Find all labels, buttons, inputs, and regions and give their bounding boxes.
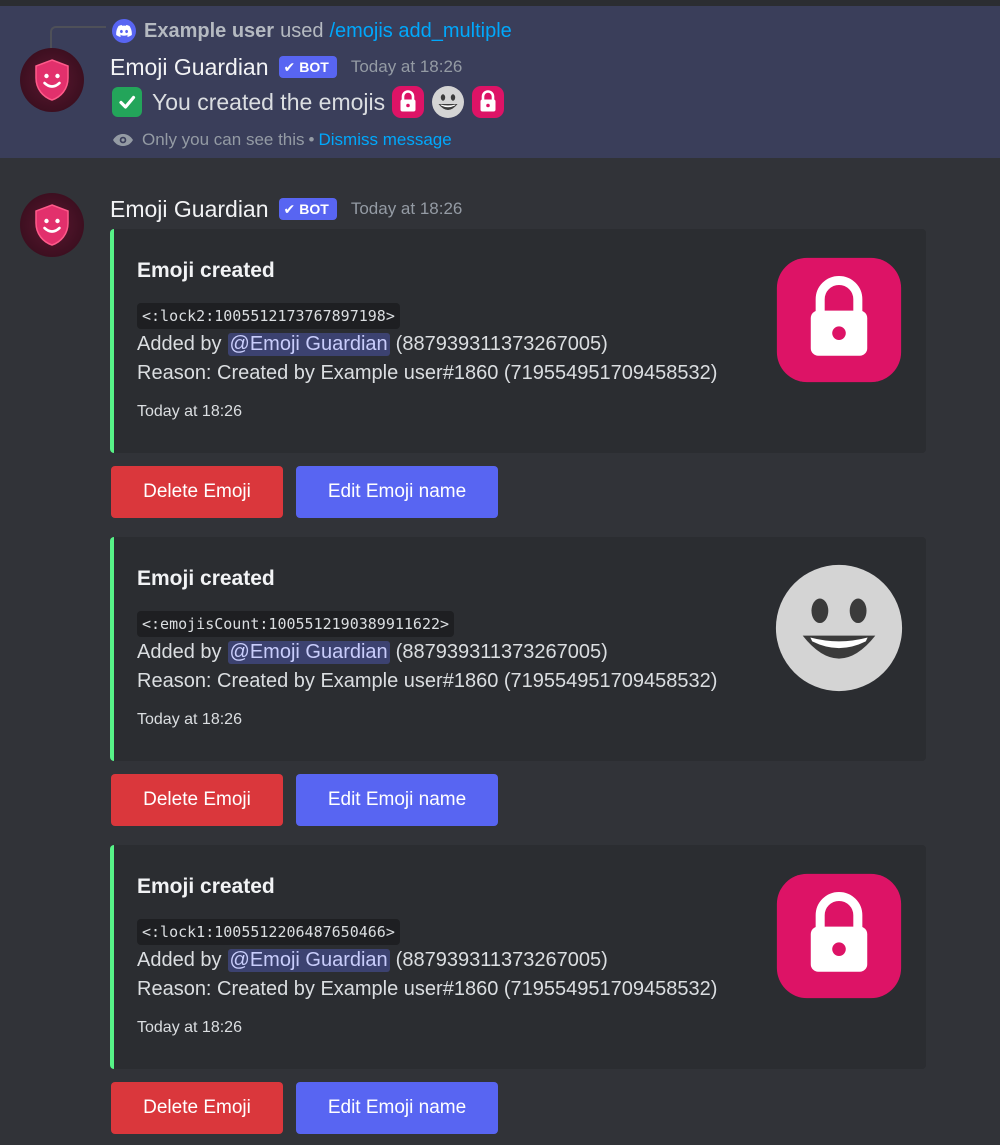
interaction-command[interactable]: /emojis add_multiple [329,20,511,43]
message-timestamp[interactable]: Today at 18:26 [351,57,463,77]
interaction-reference[interactable]: Example user used /emojis add_multiple [112,18,512,44]
edit-emoji-name-button[interactable]: Edit Emoji name [296,466,498,518]
message-header: Emoji Guardian ✔ BOT Today at 18:26 [110,52,462,82]
emoji-created-embed: Emoji created <:lock2:100551217376789719… [110,229,926,453]
user-mention[interactable]: @Emoji Guardian [227,641,390,664]
reply-spine [50,26,106,48]
user-id: (887939311373267005) [395,949,608,971]
white-check-mark-icon [112,87,142,117]
bot-badge: ✔ BOT [278,198,337,220]
added-by-line: Added by @Emoji Guardian (88793931137326… [137,949,608,972]
added-by-line: Added by @Emoji Guardian (88793931137326… [137,333,608,356]
reason-line: Reason: Created by Example user#1860 (71… [137,978,718,1000]
user-mention[interactable]: @Emoji Guardian [227,949,390,972]
added-by-line: Added by @Emoji Guardian (88793931137326… [137,641,608,664]
checkmark-icon: ✔ [283,58,296,75]
emoji-code: <:lock2:1005512173767897198> [137,303,400,329]
created-emojis-line: You created the emojis [112,85,505,119]
delete-emoji-button[interactable]: Delete Emoji [111,466,283,518]
message-header: Emoji Guardian ✔ BOT Today at 18:26 [110,194,462,224]
added-by-label: Added by [137,949,222,971]
grinning-face-icon[interactable] [774,563,904,693]
embed-timestamp: Today at 18:26 [137,403,242,420]
lock-icon[interactable] [471,85,505,119]
lock-icon[interactable] [774,871,904,1001]
discord-logo-icon [112,19,136,43]
emoji-created-embed: Emoji created <:lock1:100551220648765046… [110,845,926,1069]
embed-title: Emoji created [137,567,275,590]
reason-line: Reason: Created by Example user#1860 (71… [137,362,718,384]
edit-emoji-name-button[interactable]: Edit Emoji name [296,774,498,826]
edit-emoji-name-button[interactable]: Edit Emoji name [296,1082,498,1134]
user-id: (887939311373267005) [395,641,608,663]
separator-dot: • [308,130,315,149]
lock-icon[interactable] [391,85,425,119]
added-by-label: Added by [137,641,222,663]
added-by-label: Added by [137,333,222,355]
ephemeral-message: Example user used /emojis add_multiple E… [0,6,1000,158]
dismiss-message-link[interactable]: Dismiss message [318,130,451,150]
delete-emoji-button[interactable]: Delete Emoji [111,774,283,826]
user-mention[interactable]: @Emoji Guardian [227,333,390,356]
checkmark-icon: ✔ [283,200,296,217]
shield-smile-icon [35,204,69,246]
embed-timestamp: Today at 18:26 [137,711,242,728]
lock-icon[interactable] [774,255,904,385]
embed-timestamp: Today at 18:26 [137,1019,242,1036]
author-name[interactable]: Emoji Guardian [110,196,269,223]
bot-avatar[interactable] [20,193,84,257]
embed-title: Emoji created [137,875,275,898]
only-you-text: Only you can see this [142,130,305,149]
grinning-face-icon[interactable] [431,85,465,119]
emoji-code: <:emojisCount:1005512190389911622> [137,611,455,637]
ephemeral-notice: Only you can see this • Dismiss message [112,130,452,150]
reason-line: Reason: Created by Example user#1860 (71… [137,670,718,692]
author-name[interactable]: Emoji Guardian [110,54,269,81]
bot-badge-label: BOT [299,59,329,75]
user-id: (887939311373267005) [395,333,608,355]
emoji-created-embed: Emoji created <:emojisCount:100551219038… [110,537,926,761]
bot-avatar[interactable] [20,48,84,112]
created-emojis-text: You created the emojis [152,88,386,115]
bot-badge-label: BOT [299,201,329,217]
interaction-user[interactable]: Example user [144,20,274,43]
embed-title: Emoji created [137,259,275,282]
shield-smile-icon [35,59,69,101]
emoji-code: <:lock1:1005512206487650466> [137,919,400,945]
delete-emoji-button[interactable]: Delete Emoji [111,1082,283,1134]
interaction-used-label: used [280,19,324,42]
message-timestamp[interactable]: Today at 18:26 [351,199,463,219]
bot-badge: ✔ BOT [278,56,337,78]
eye-icon [112,133,134,147]
